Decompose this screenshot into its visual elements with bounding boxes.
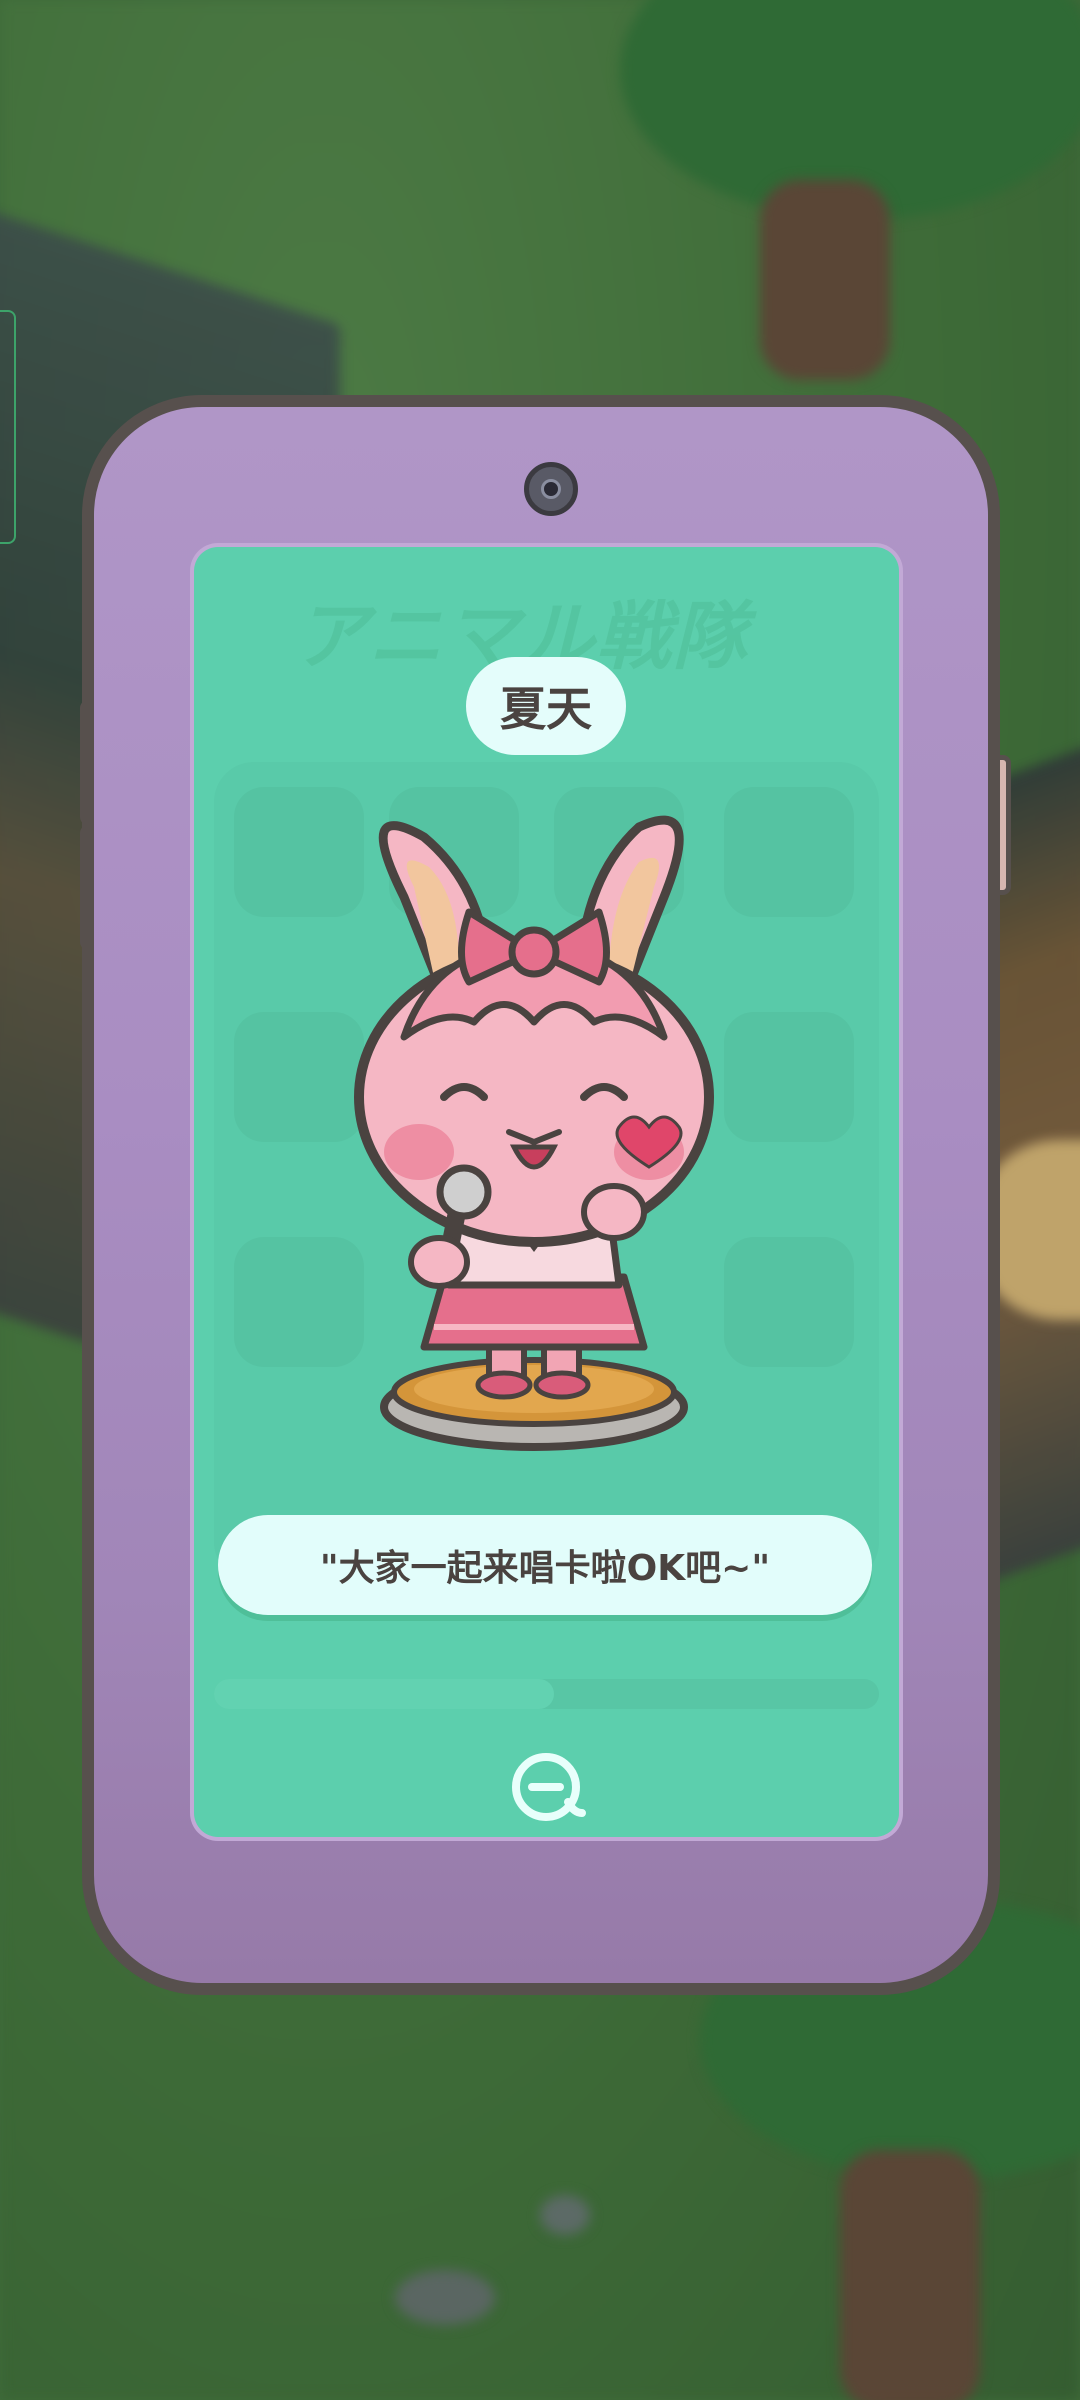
rabbit-figure-icon [354,815,714,1451]
phone-screen: アニマル戦隊 夏天 "大家一起来唱卡啦OK吧~" [194,547,899,1837]
edge-panel-tab[interactable] [0,310,16,544]
camera-icon [524,462,578,516]
phone-frame: アニマル戦隊 夏天 "大家一起来唱卡啦OK吧~" [82,395,1000,1995]
tree-trunk-top-background [760,180,890,380]
character-quote-bubble: "大家一起来唱卡啦OK吧~" [218,1515,872,1615]
rock-background [540,2195,590,2235]
character-name-badge: 夏天 [466,657,626,755]
watermark-progress-bar [214,1679,879,1709]
rock-background [395,2270,495,2325]
camera-lens [541,479,561,499]
watermark-progress-fill [214,1679,554,1709]
game-scene: アニマル戦隊 夏天 "大家一起来唱卡啦OK吧~" [0,0,1080,2400]
tree-trunk-bottom-background [840,2150,980,2400]
close-icon[interactable] [506,1747,586,1827]
